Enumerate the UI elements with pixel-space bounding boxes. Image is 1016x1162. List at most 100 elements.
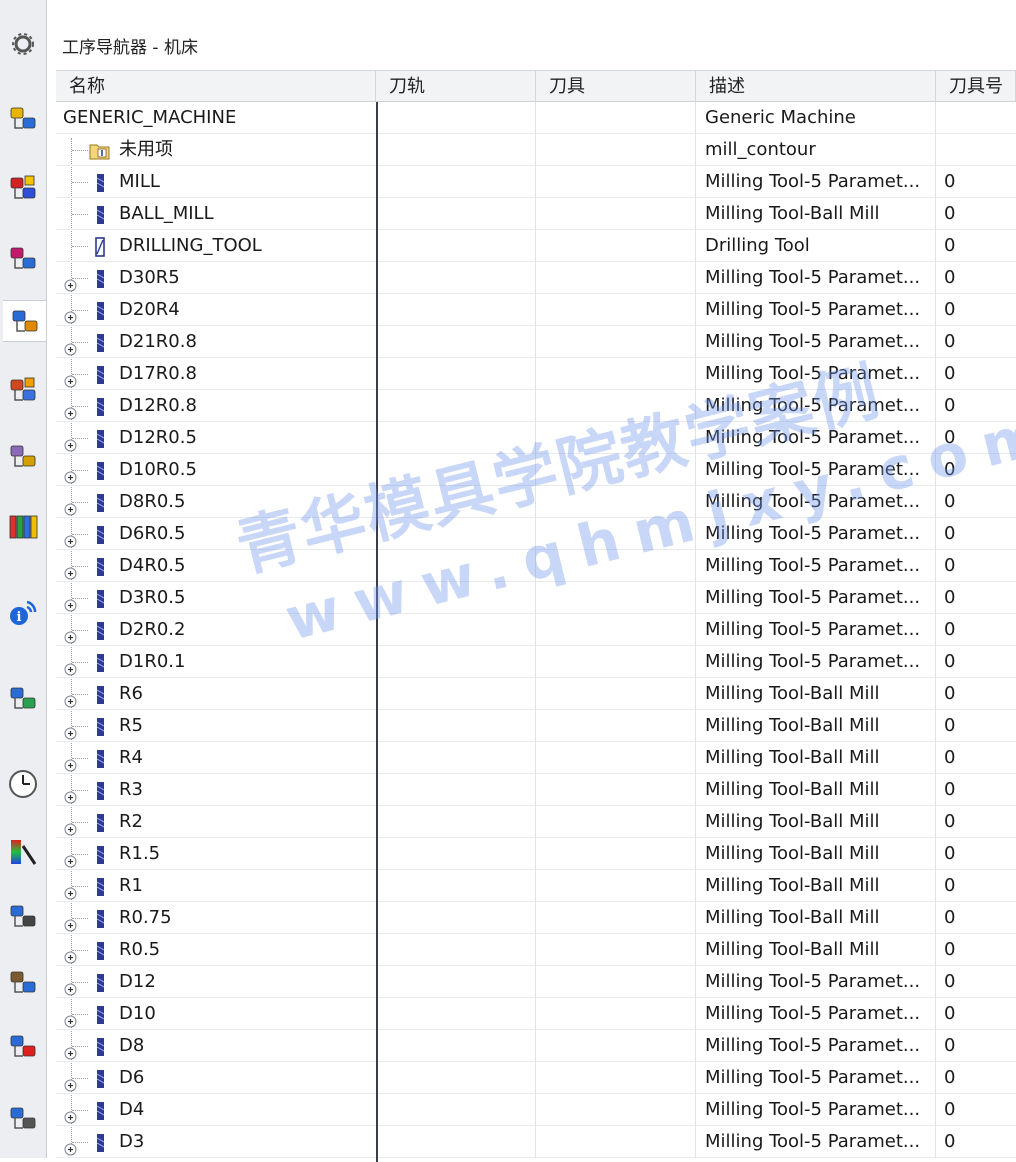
expand-plus-icon[interactable] [64,527,77,548]
tree-row[interactable]: R1 Milling Tool-Ball Mill 0 [56,870,1016,902]
column-divider[interactable] [376,102,378,1162]
tree-row[interactable]: R4 Milling Tool-Ball Mill 0 [56,742,1016,774]
tree-row[interactable]: D8 Milling Tool-5 Paramet... 0 [56,1030,1016,1062]
tree-row[interactable]: D10 Milling Tool-5 Paramet... 0 [56,998,1016,1030]
tree-row[interactable]: R2 Milling Tool-Ball Mill 0 [56,806,1016,838]
mill-tool-icon [93,844,107,864]
tool-number-cell: 0 [936,966,1016,998]
tree-row[interactable]: R5 Milling Tool-Ball Mill 0 [56,710,1016,742]
tool-cell [536,198,696,230]
tree-node-label: D6R0.5 [119,523,186,544]
sidebar-clock-button[interactable] [3,764,43,804]
expand-plus-icon[interactable] [64,463,77,484]
tree-row[interactable]: R6 Milling Tool-Ball Mill 0 [56,678,1016,710]
expand-plus-icon[interactable] [64,751,77,772]
column-header-description[interactable]: 描述 [696,70,936,102]
expand-plus-icon[interactable] [64,943,77,964]
tree-row[interactable]: D20R4 Milling Tool-5 Paramet... 0 [56,294,1016,326]
description-cell: Milling Tool-Ball Mill [696,806,936,838]
expand-plus-icon[interactable] [64,687,77,708]
tool-cell [536,614,696,646]
expand-plus-icon[interactable] [64,431,77,452]
tree-row[interactable]: D3 Milling Tool-5 Paramet... 0 [56,1126,1016,1158]
tree-row[interactable]: D12R0.5 Milling Tool-5 Paramet... 0 [56,422,1016,454]
sidebar-assembly-constraint-button[interactable] [3,168,43,208]
expand-plus-icon[interactable] [64,335,77,356]
sidebar-reuse-library-button[interactable] [3,238,43,278]
name-cell: D12R0.5 [56,422,376,454]
expand-plus-icon[interactable] [64,623,77,644]
sidebar-web-browser-button[interactable] [3,678,43,718]
tree-row[interactable]: BALL_MILL Milling Tool-Ball Mill 0 [56,198,1016,230]
tree-row[interactable]: D17R0.8 Milling Tool-5 Paramet... 0 [56,358,1016,390]
tool-number-cell: 0 [936,1030,1016,1062]
expand-plus-icon[interactable] [64,591,77,612]
expand-plus-icon[interactable] [64,559,77,580]
tool-cell [536,966,696,998]
expand-plus-icon[interactable] [64,303,77,324]
tree-row[interactable]: D6 Milling Tool-5 Paramet... 0 [56,1062,1016,1094]
expand-plus-icon[interactable] [64,719,77,740]
tree-row[interactable]: R0.75 Milling Tool-Ball Mill 0 [56,902,1016,934]
mill-tool-icon [93,428,107,448]
name-cell: R0.75 [56,902,376,934]
tree-row[interactable]: D10R0.5 Milling Tool-5 Paramet... 0 [56,454,1016,486]
expand-plus-icon[interactable] [64,847,77,868]
tree-node-label: R2 [119,811,143,832]
column-header-tool-number[interactable]: 刀具号 [936,70,1016,102]
tree-row[interactable]: 未用项 mill_contour [56,134,1016,166]
sidebar-hd3d-tools-button[interactable] [3,436,43,476]
tree-row[interactable]: D8R0.5 Milling Tool-5 Paramet... 0 [56,486,1016,518]
sidebar-roles-library-button[interactable] [3,506,43,546]
tree-row[interactable]: D1R0.1 Milling Tool-5 Paramet... 0 [56,646,1016,678]
tree-row[interactable]: D12 Milling Tool-5 Paramet... 0 [56,966,1016,998]
tree-row[interactable]: MILL Milling Tool-5 Paramet... 0 [56,166,1016,198]
sidebar-operation-navigator-button[interactable] [3,300,46,342]
expand-plus-icon[interactable] [64,1039,77,1060]
description-cell: Milling Tool-Ball Mill [696,678,936,710]
tree-row[interactable]: D3R0.5 Milling Tool-5 Paramet... 0 [56,582,1016,614]
tree-row[interactable]: D30R5 Milling Tool-5 Paramet... 0 [56,262,1016,294]
tree-branch-line [72,214,88,215]
sidebar-palette-button[interactable] [3,832,43,872]
expand-plus-icon[interactable] [64,271,77,292]
column-header-toolpath[interactable]: 刀轨 [376,70,536,102]
tree-row[interactable]: DRILLING_TOOL Drilling Tool 0 [56,230,1016,262]
tree-node-label: BALL_MILL [119,203,214,224]
tree-row-root[interactable]: GENERIC_MACHINE Generic Machine [56,102,1016,134]
expand-plus-icon[interactable] [64,975,77,996]
sidebar-process-button[interactable] [3,962,43,1002]
expand-plus-icon[interactable] [64,495,77,516]
info-icon: i [10,600,37,625]
tree-row[interactable]: D21R0.8 Milling Tool-5 Paramet... 0 [56,326,1016,358]
sidebar-list-button[interactable] [3,1098,43,1138]
tree-row[interactable]: R3 Milling Tool-Ball Mill 0 [56,774,1016,806]
sidebar-info-button[interactable]: i [3,592,43,632]
expand-plus-icon[interactable] [64,1071,77,1092]
expand-plus-icon[interactable] [64,1135,77,1156]
expand-plus-icon[interactable] [64,783,77,804]
expand-plus-icon[interactable] [64,911,77,932]
sidebar-machine-tool-navigator-button[interactable] [3,896,43,936]
expand-plus-icon[interactable] [64,1007,77,1028]
tree-row[interactable]: D6R0.5 Milling Tool-5 Paramet... 0 [56,518,1016,550]
sidebar-part-navigator-button[interactable] [3,98,43,138]
sidebar-history-button[interactable] [3,370,43,410]
expand-plus-icon[interactable] [64,655,77,676]
tree-row[interactable]: D12R0.8 Milling Tool-5 Paramet... 0 [56,390,1016,422]
tree-row[interactable]: D2R0.2 Milling Tool-5 Paramet... 0 [56,614,1016,646]
expand-plus-icon[interactable] [64,399,77,420]
column-header-tool[interactable]: 刀具 [536,70,696,102]
expand-plus-icon[interactable] [64,1103,77,1124]
expand-plus-icon[interactable] [64,815,77,836]
expand-plus-icon[interactable] [64,367,77,388]
expand-plus-icon[interactable] [64,879,77,900]
column-header-name[interactable]: 名称 [56,70,376,102]
tree-row[interactable]: R0.5 Milling Tool-Ball Mill 0 [56,934,1016,966]
sidebar-report-button[interactable] [3,1026,43,1066]
tree-row[interactable]: R1.5 Milling Tool-Ball Mill 0 [56,838,1016,870]
tree-row[interactable]: D4 Milling Tool-5 Paramet... 0 [56,1094,1016,1126]
mill-tool-icon [93,1068,107,1088]
sidebar-gear-button[interactable] [3,24,43,64]
tree-row[interactable]: D4R0.5 Milling Tool-5 Paramet... 0 [56,550,1016,582]
